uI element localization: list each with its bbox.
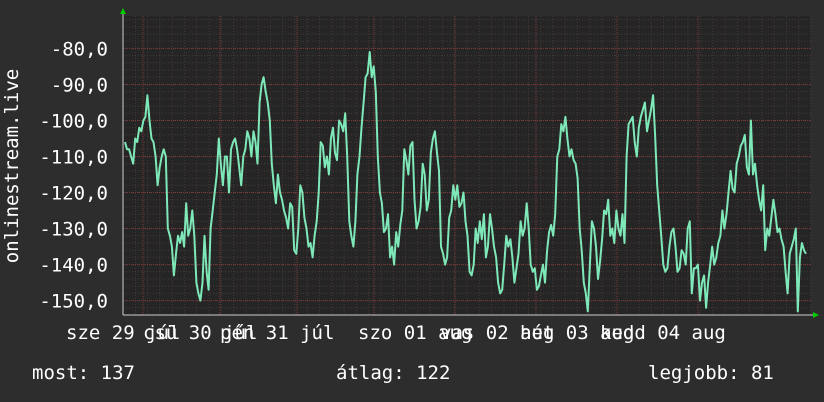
chart: -80,0 -90,0 -100,0 -110,0 -120,0 -130,0 -140,0… xyxy=(1,8,819,344)
y-tick-label: -130,0 xyxy=(39,219,108,241)
y-tick-labels: -80,0 -90,0 -100,0 -110,0 -120,0 -130,0 -140,0… xyxy=(39,38,108,312)
x-tick-label: kedd 04 aug xyxy=(600,322,726,344)
x-tick-labels: sze 29 júlcsü 30 júlpén 31 júl szo 01 aug… xyxy=(66,322,726,344)
y-tick-label: -80,0 xyxy=(51,38,108,60)
plot-background xyxy=(123,16,811,315)
x-axis-arrow-icon xyxy=(813,312,819,318)
y-axis-arrow-icon xyxy=(120,8,126,14)
y-tick-label: -120,0 xyxy=(39,183,108,205)
y-axis-label: onlinestream.live xyxy=(1,69,23,263)
y-tick-label: -140,0 xyxy=(39,255,108,277)
y-tick-label: -90,0 xyxy=(51,74,108,96)
current-value: most: 137 xyxy=(32,362,135,384)
y-tick-label: -150,0 xyxy=(39,291,108,313)
y-tick-label: -110,0 xyxy=(39,146,108,168)
average-value: átlag: 122 xyxy=(336,362,451,384)
y-tick-label: -100,0 xyxy=(39,110,108,132)
best-value: legjobb: 81 xyxy=(648,362,774,384)
x-tick-label: pén 31 júl xyxy=(220,322,334,344)
